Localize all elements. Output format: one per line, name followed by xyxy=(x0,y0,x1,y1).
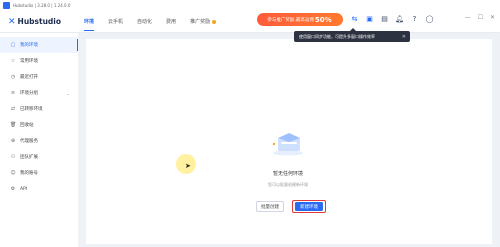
tab-automation[interactable]: 自动化 xyxy=(137,11,152,32)
clock-icon: ◷ xyxy=(10,74,16,80)
sidebar-item-team[interactable]: ⚇ 团队扩展 xyxy=(0,149,78,165)
logo: ✕ Hubstudio xyxy=(8,16,61,27)
sidebar-item-label: 我的环境 xyxy=(20,43,38,48)
window-icon: ▢ xyxy=(10,42,16,48)
window-sync-icon[interactable]: ▣ xyxy=(365,15,374,23)
sidebar: ▢ 我的环境 ☆ 常用环境 ◷ 最近打开 ≋ 环境分组 ⌄ ⇄ 已转移环境 🗑︎ 回收站 ⊕ 代… xyxy=(0,33,78,247)
promo-banner[interactable]: 参与推广奖励,最高返佣 50% xyxy=(257,13,343,26)
toolbar-icons: ⇆ ▣ ▤ 🔔︎ ? ◯ xyxy=(350,15,440,23)
sidebar-item-label: 最近打开 xyxy=(20,75,38,80)
empty-box-icon xyxy=(272,133,303,156)
sidebar-item-label: API xyxy=(20,186,28,192)
sidebar-item-transferred[interactable]: ⇄ 已转移环境 xyxy=(0,101,78,117)
promo-highlight: 50% xyxy=(314,15,332,24)
window-controls: — ☐ ✕ xyxy=(458,14,495,21)
proxy-icon: ⊕ xyxy=(10,138,16,144)
sidebar-item-recent[interactable]: ◷ 最近打开 xyxy=(0,69,78,85)
close-button[interactable]: ✕ xyxy=(490,14,495,21)
sidebar-item-label: 我的账号 xyxy=(20,171,38,176)
sidebar-item-favorites[interactable]: ☆ 常用环境 xyxy=(0,53,78,69)
empty-state-title: 暂无任何环境 xyxy=(272,171,303,177)
tab-label: 自动化 xyxy=(137,19,153,25)
window-title: Hubstudio | 3.28.0 | 1.24.0.0 xyxy=(13,3,71,8)
new-environment-highlight: 新建环境 xyxy=(292,200,326,213)
user-icon: ☺ xyxy=(10,170,16,176)
sidebar-item-proxy[interactable]: ⊕ 代理服务 xyxy=(0,133,78,149)
sidebar-item-label: 已转移环境 xyxy=(20,107,43,112)
tab-billing[interactable]: 费用 xyxy=(166,11,176,32)
batch-create-button[interactable]: 批量创建 xyxy=(256,201,284,212)
coin-icon xyxy=(212,19,217,24)
trash-icon: 🗑︎ xyxy=(10,122,17,128)
avatar[interactable]: ◯ xyxy=(425,15,434,23)
tooltip-text: 使用窗口同步功能，可提升多窗口操作效率 xyxy=(299,33,375,39)
sidebar-item-label: 团队扩展 xyxy=(20,155,38,160)
tooltip-arrow xyxy=(350,28,356,31)
sidebar-item-label: 回收站 xyxy=(20,123,34,128)
team-icon: ⚇ xyxy=(10,154,16,160)
new-environment-button[interactable]: 新建环境 xyxy=(295,202,323,211)
tab-cloud-phone[interactable]: 云手机 xyxy=(108,11,123,32)
tab-referral[interactable]: 推广奖励 xyxy=(190,11,217,32)
tab-label: 云手机 xyxy=(108,19,124,25)
help-icon[interactable]: ? xyxy=(410,15,419,23)
logo-text: Hubstudio xyxy=(17,17,62,26)
tab-label: 环境 xyxy=(84,19,95,25)
tab-label: 费用 xyxy=(166,19,177,25)
chevron-down-icon[interactable]: ⌄ xyxy=(67,91,70,96)
maximize-button[interactable]: ☐ xyxy=(478,14,483,21)
sidebar-item-trash[interactable]: 🗑︎ 回收站 xyxy=(0,117,78,133)
nav-tabs: 环境 云手机 自动化 费用 推广奖励 xyxy=(84,11,230,32)
sidebar-item-label: 常用环境 xyxy=(20,59,38,64)
sidebar-item-label: 代理服务 xyxy=(20,139,38,144)
promo-text: 参与推广奖励,最高返佣 xyxy=(267,17,314,23)
sidebar-item-my-environments[interactable]: ▢ 我的环境 xyxy=(0,37,78,53)
clipboard-icon[interactable]: ▤ xyxy=(380,15,389,23)
app-icon xyxy=(3,2,10,9)
layers-icon: ≋ xyxy=(10,90,16,96)
sidebar-item-groups[interactable]: ≋ 环境分组 ⌄ xyxy=(0,85,78,101)
empty-state-subtitle: 您可以批量创建新环境 xyxy=(268,182,308,187)
sync-icon[interactable]: ⇆ xyxy=(350,15,359,23)
minimize-button[interactable]: — xyxy=(465,14,471,21)
mouse-cursor-icon: ➤ xyxy=(185,162,191,170)
bell-icon[interactable]: 🔔︎ xyxy=(395,15,404,23)
logo-mark-icon: ✕ xyxy=(8,16,16,27)
tab-environment[interactable]: 环境 xyxy=(84,11,95,32)
sync-tooltip: 使用窗口同步功能，可提升多窗口操作效率 ✕ xyxy=(294,28,410,42)
tab-label: 推广奖励 xyxy=(190,19,211,25)
api-icon: ⚙ xyxy=(10,186,16,192)
sidebar-item-api[interactable]: ⚙ API xyxy=(0,181,78,197)
tooltip-close-icon[interactable]: ✕ xyxy=(402,34,406,40)
transfer-icon: ⇄ xyxy=(10,106,16,112)
window-titlebar: Hubstudio | 3.28.0 | 1.24.0.0 xyxy=(0,0,500,11)
sidebar-item-account[interactable]: ☺ 我的账号 xyxy=(0,165,78,181)
star-icon: ☆ xyxy=(10,58,16,64)
sidebar-item-label: 环境分组 xyxy=(20,91,38,96)
